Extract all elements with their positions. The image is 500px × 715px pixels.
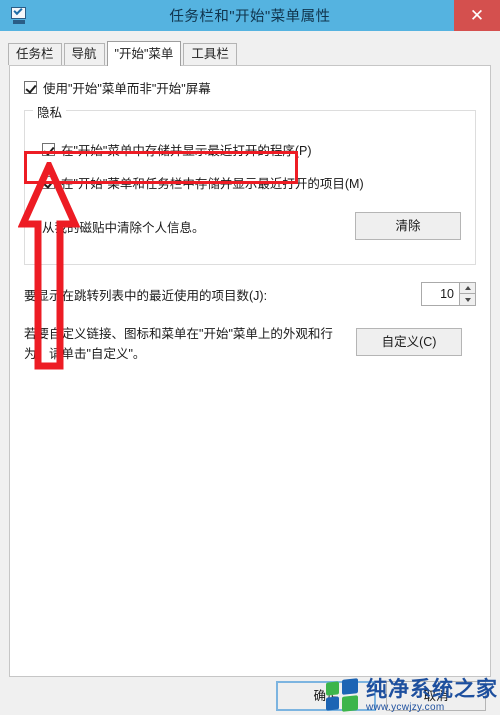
- store-recent-programs-checkbox[interactable]: 在"开始"菜单中存储并显示最近打开的程序(P): [42, 140, 312, 159]
- dialog-footer: 确定 取消: [0, 677, 500, 715]
- checkbox-box[interactable]: [42, 176, 55, 189]
- tab-panel-start-menu: 使用"开始"菜单而非"开始"屏幕 隐私 在"开始"菜单中存储并显示最近打开的程序…: [9, 65, 491, 677]
- jump-list-count-label: 要显示在跳转列表中的最近使用的项目数(J):: [24, 288, 268, 303]
- stepper-up-icon[interactable]: [459, 282, 476, 294]
- clear-personal-info-label: 从我的磁贴中清除个人信息。: [42, 220, 205, 235]
- tab-taskbar[interactable]: 任务栏: [8, 43, 62, 65]
- tab-navigation[interactable]: 导航: [63, 43, 105, 65]
- privacy-group: 隐私 在"开始"菜单中存储并显示最近打开的程序(P) 在"开始"菜单和任务栏中存…: [24, 102, 476, 265]
- jump-list-count-row: 要显示在跳转列表中的最近使用的项目数(J): 10: [24, 282, 476, 306]
- title-bar: 任务栏和"开始"菜单属性 ✕: [0, 0, 500, 31]
- customize-row: 若要自定义链接、图标和菜单在"开始"菜单上的外观和行为，请单击"自定义"。 自定…: [24, 324, 476, 364]
- store-recent-items-label: 在"开始"菜单和任务栏中存储并显示最近打开的项目(M): [61, 177, 364, 191]
- jump-list-count-stepper[interactable]: 10: [421, 282, 476, 306]
- customize-button[interactable]: 自定义(C): [356, 328, 462, 356]
- use-start-menu-checkbox[interactable]: 使用"开始"菜单而非"开始"屏幕: [24, 78, 211, 97]
- taskbar-properties-dialog: 任务栏和"开始"菜单属性 ✕ 任务栏 导航 "开始"菜单 工具栏 使用"开始"菜…: [0, 0, 500, 715]
- tab-strip: 任务栏 导航 "开始"菜单 工具栏: [0, 31, 500, 66]
- taskbar-properties-icon: [8, 5, 30, 26]
- cancel-button[interactable]: 取消: [386, 681, 486, 711]
- jump-list-count-input[interactable]: 10: [421, 282, 459, 306]
- close-icon[interactable]: ✕: [454, 0, 500, 31]
- use-start-menu-label: 使用"开始"菜单而非"开始"屏幕: [43, 82, 211, 96]
- window-title: 任务栏和"开始"菜单属性: [169, 9, 331, 25]
- checkbox-box[interactable]: [42, 143, 55, 156]
- store-recent-programs-label: 在"开始"菜单中存储并显示最近打开的程序(P): [61, 144, 312, 158]
- customize-description: 若要自定义链接、图标和菜单在"开始"菜单上的外观和行为，请单击"自定义"。: [24, 327, 333, 361]
- tab-start-menu[interactable]: "开始"菜单: [106, 41, 182, 66]
- ok-button[interactable]: 确定: [276, 681, 376, 711]
- privacy-group-label: 隐私: [33, 102, 67, 121]
- stepper-down-icon[interactable]: [459, 294, 476, 306]
- store-recent-items-checkbox[interactable]: 在"开始"菜单和任务栏中存储并显示最近打开的项目(M): [42, 173, 364, 192]
- clear-button[interactable]: 清除: [355, 212, 461, 240]
- tab-toolbars[interactable]: 工具栏: [183, 43, 237, 65]
- stepper-buttons: [459, 282, 476, 306]
- checkbox-box[interactable]: [24, 81, 37, 94]
- clear-personal-info-row: 从我的磁贴中清除个人信息。 清除: [42, 212, 461, 240]
